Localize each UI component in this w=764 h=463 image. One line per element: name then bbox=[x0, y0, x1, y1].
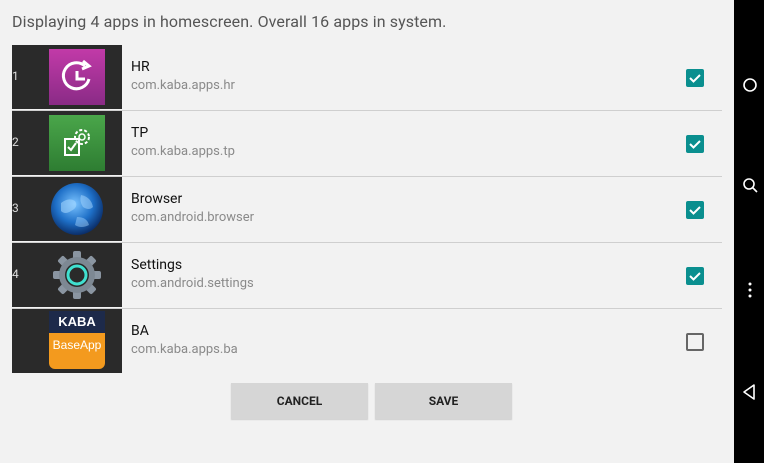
hr-clock-icon bbox=[49, 49, 105, 105]
save-button[interactable]: SAVE bbox=[375, 383, 512, 419]
row-index: 2 bbox=[12, 135, 19, 149]
list-item-browser[interactable]: 3 Browser com.android.browser bbox=[12, 177, 722, 241]
search-icon[interactable] bbox=[734, 171, 764, 201]
home-icon[interactable] bbox=[734, 70, 764, 100]
globe-icon bbox=[49, 181, 105, 237]
back-icon[interactable] bbox=[734, 377, 764, 407]
row-index: 1 bbox=[12, 69, 19, 83]
summary-text: Displaying 4 apps in homescreen. Overall… bbox=[12, 12, 447, 31]
kaba-logo-text: KABA bbox=[49, 311, 105, 333]
show-checkbox-settings[interactable] bbox=[686, 267, 704, 285]
menu-icon[interactable] bbox=[734, 275, 764, 305]
show-checkbox-tp[interactable] bbox=[686, 135, 704, 153]
app-name: Browser bbox=[131, 191, 183, 207]
show-checkbox-hr[interactable] bbox=[686, 69, 704, 87]
app-name: BA bbox=[131, 323, 149, 339]
app-name: TP bbox=[131, 125, 149, 141]
app-package: com.kaba.apps.tp bbox=[131, 144, 235, 159]
list-item-tp[interactable]: 2 TP com.kaba.apps.tp bbox=[12, 111, 722, 175]
tp-gear-check-icon bbox=[49, 115, 105, 171]
show-checkbox-ba[interactable] bbox=[686, 333, 704, 351]
list-item-hr[interactable]: 1 HR com.kaba.apps.hr bbox=[12, 45, 722, 109]
cancel-button[interactable]: CANCEL bbox=[231, 383, 368, 419]
app-package: com.android.browser bbox=[131, 210, 255, 225]
app-package: com.kaba.apps.hr bbox=[131, 78, 235, 93]
show-checkbox-browser[interactable] bbox=[686, 201, 704, 219]
row-index: 4 bbox=[12, 267, 19, 281]
app-name: Settings bbox=[131, 257, 183, 273]
app-package: com.android.settings bbox=[131, 276, 254, 291]
app-name: HR bbox=[131, 59, 150, 75]
android-navigation-bar bbox=[734, 0, 764, 463]
baseapp-label: BaseApp bbox=[49, 333, 105, 369]
settings-gear-icon bbox=[49, 247, 105, 303]
list-item-settings[interactable]: 4 Settings com.android.settings bbox=[12, 243, 722, 307]
list-item-ba[interactable]: KABA BaseApp BA com.kaba.apps.ba bbox=[12, 309, 722, 373]
row-index: 3 bbox=[12, 201, 19, 215]
kaba-baseapp-icon: KABA BaseApp bbox=[49, 311, 105, 371]
app-package: com.kaba.apps.ba bbox=[131, 342, 238, 357]
app-selection-screen: Displaying 4 apps in homescreen. Overall… bbox=[0, 0, 734, 463]
